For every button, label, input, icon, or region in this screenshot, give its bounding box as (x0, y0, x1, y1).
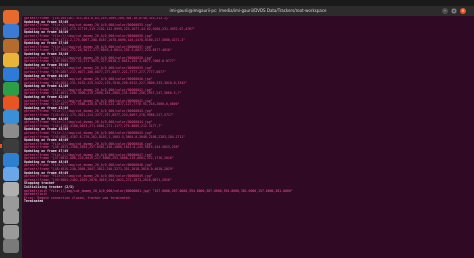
window-title: imi-gaurii@imigaurii-pc: /media/imi-gaur… (169, 8, 327, 13)
terminal-output[interactable]: gpfeatr/frame "{18:265(38).313,263.8,63,… (24, 17, 472, 257)
terminal-window: imi-gaurii@imigaurii-pc: /media/imi-gaur… (22, 6, 474, 258)
terminal-line: Terminated (24, 199, 44, 204)
maximize-icon[interactable]: □ (451, 8, 457, 14)
drive-icon-3[interactable] (3, 224, 19, 239)
files-icon[interactable] (3, 38, 19, 53)
dock (0, 6, 22, 258)
help-icon[interactable] (3, 110, 19, 125)
thunderbird-icon[interactable] (3, 24, 19, 39)
rhythmbox-icon[interactable] (3, 52, 19, 67)
trash-icon[interactable] (3, 238, 19, 253)
firefox-icon[interactable] (3, 10, 19, 24)
app-icon[interactable] (3, 181, 19, 196)
close-icon[interactable]: × (460, 8, 466, 14)
software-icon[interactable] (3, 95, 19, 110)
libreoffice-calc-icon[interactable] (3, 81, 19, 96)
drive-icon-2[interactable] (3, 210, 19, 225)
minimize-icon[interactable]: – (442, 8, 448, 14)
settings-icon[interactable] (3, 124, 19, 139)
libreoffice-writer-icon[interactable] (3, 67, 19, 82)
text-editor-icon[interactable] (3, 167, 19, 182)
terminal-icon[interactable] (0, 138, 19, 153)
window-titlebar: imi-gaurii@imigaurii-pc: /media/imi-gaur… (22, 6, 474, 16)
drive-icon[interactable] (3, 195, 19, 210)
code-editor-icon[interactable] (3, 153, 19, 167)
